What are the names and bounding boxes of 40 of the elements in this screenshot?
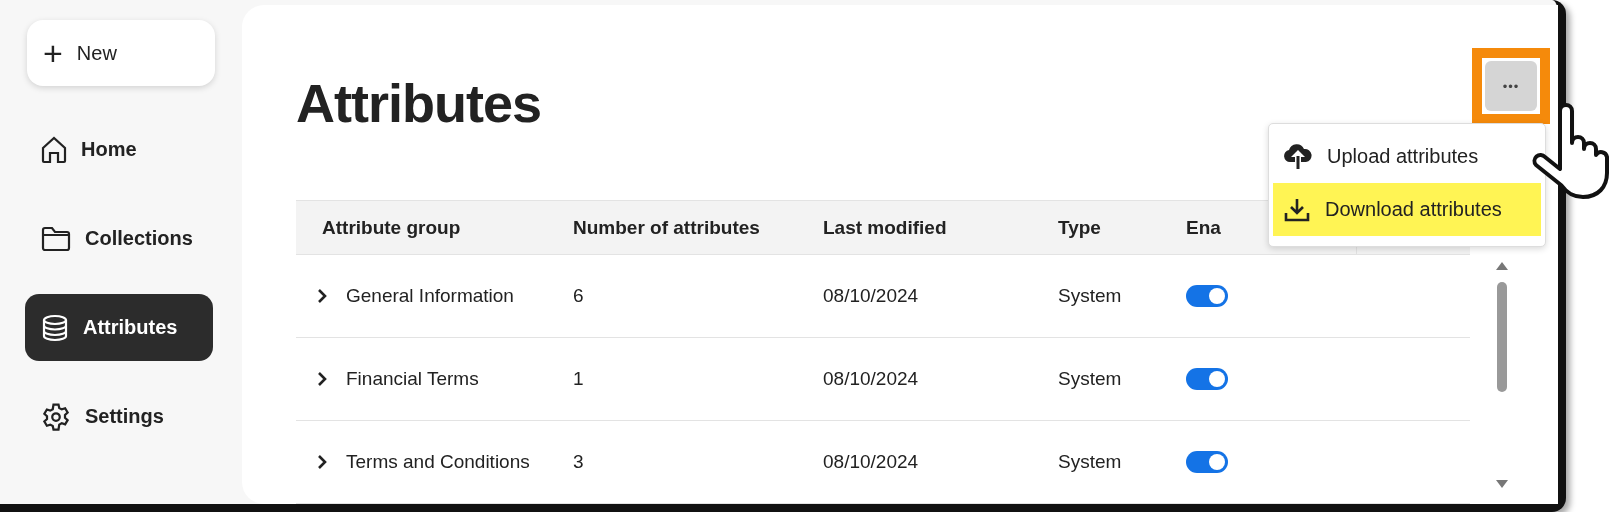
column-header: Type	[1058, 216, 1101, 239]
menu-item[interactable]: Upload attributes	[1273, 130, 1541, 183]
column-header: Attribute group	[321, 216, 461, 239]
column-header: Ena	[1186, 216, 1221, 239]
column-header: Number of attributes	[573, 216, 760, 239]
chevron-icon[interactable]	[316, 454, 328, 470]
table-cell: General Information	[346, 285, 514, 307]
plus-icon: +	[43, 36, 63, 70]
column-header: Last modified	[823, 216, 947, 239]
more-button[interactable]: •••	[1485, 61, 1537, 111]
table-cell: 08/10/2024	[823, 285, 919, 307]
database-icon	[41, 313, 69, 342]
sidebar-item[interactable]: Settings	[25, 383, 213, 450]
enable-toggle[interactable]	[1186, 451, 1228, 473]
scrollbar[interactable]	[1494, 260, 1510, 490]
table-cell: System	[1058, 285, 1122, 307]
sidebar-item[interactable]: Home	[25, 116, 213, 183]
table-cell: System	[1058, 451, 1122, 473]
enable-toggle[interactable]	[1186, 285, 1228, 307]
table-cell: 1	[573, 368, 584, 390]
table-cell: Financial Terms	[346, 368, 479, 390]
folder-icon	[41, 225, 71, 252]
chevron-icon[interactable]	[316, 288, 328, 304]
enable-toggle[interactable]	[1186, 368, 1228, 390]
table-cell: 6	[573, 285, 584, 307]
cloud-upload-icon	[1283, 143, 1313, 170]
table-cell: 3	[573, 451, 584, 473]
new-button[interactable]: + New	[27, 20, 215, 86]
table-cell: Terms and Conditions	[346, 451, 530, 473]
home-icon	[41, 135, 67, 164]
page-title: Attributes	[296, 71, 541, 134]
download-icon	[1283, 196, 1311, 223]
table-cell: System	[1058, 368, 1122, 390]
chevron-icon[interactable]	[316, 371, 328, 387]
sidebar-item[interactable]: Collections	[25, 205, 213, 272]
menu-item[interactable]: Download attributes	[1273, 183, 1541, 236]
settings-icon	[41, 401, 71, 432]
table-cell: 08/10/2024	[823, 368, 919, 390]
table-cell: 08/10/2024	[823, 451, 919, 473]
sidebar-item[interactable]: Attributes	[25, 294, 213, 361]
